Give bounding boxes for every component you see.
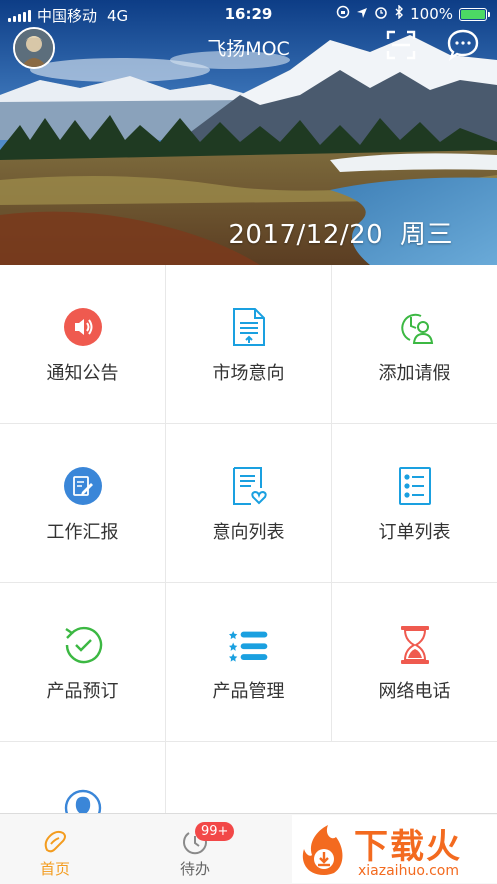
battery-label: 100% (410, 5, 453, 23)
tab-home-label: 首页 (39, 860, 70, 878)
menu-item-label: 产品管理 (212, 681, 285, 702)
menu-item-notice[interactable]: 通知公告 (0, 265, 166, 424)
hourglass-icon (395, 625, 435, 665)
rotation-lock-icon (336, 5, 350, 23)
menu-item-market-intent[interactable]: 市场意向 (166, 265, 332, 424)
bluetooth-icon (394, 4, 404, 23)
menu-item-label: 工作汇报 (46, 522, 119, 543)
menu-item-product-booking[interactable]: 产品预订 (0, 583, 166, 742)
weekday-text: 周三 (399, 220, 453, 250)
menu-item-order-list[interactable]: 订单列表 (332, 424, 497, 583)
feature-grid: 通知公告 市场意向 添加请假 工作汇报 意向列表 订单列表 产品预订 产品管理 … (0, 265, 497, 827)
flame-logo-icon (296, 821, 352, 877)
menu-item-add-leave[interactable]: 添加请假 (332, 265, 497, 424)
scan-icon[interactable] (386, 30, 416, 60)
menu-item-label: 市场意向 (212, 363, 285, 384)
menu-item-label: 订单列表 (378, 522, 451, 543)
menu-item-label: 意向列表 (212, 522, 285, 543)
heart-list-icon (229, 466, 269, 506)
edit-report-icon (63, 466, 103, 506)
menu-item-product-management[interactable]: 产品管理 (166, 583, 332, 742)
date-text: 2017/12/20 (228, 220, 384, 250)
status-bar: 中国移动 4G 16:29 100% (0, 0, 497, 28)
tab-home[interactable]: 首页 (0, 814, 110, 884)
battery-icon (459, 7, 490, 21)
location-icon (356, 5, 368, 23)
document-icon (229, 307, 269, 347)
app-title: 飞扬MOC (207, 38, 290, 60)
speaker-icon (63, 307, 103, 347)
menu-item-work-report[interactable]: 工作汇报 (0, 424, 166, 583)
menu-item-label: 通知公告 (46, 363, 119, 384)
menu-item-contact[interactable] (0, 742, 166, 827)
refresh-check-icon (63, 625, 103, 665)
menu-item-label: 添加请假 (378, 363, 451, 384)
tab-todo-label: 待办 (179, 860, 210, 878)
order-list-icon (395, 466, 435, 506)
menu-item-label: 产品预订 (46, 681, 119, 702)
menu-item-label: 网络电话 (378, 681, 451, 702)
menu-item-intent-list[interactable]: 意向列表 (166, 424, 332, 583)
header-banner: 中国移动 4G 16:29 100% 飞扬MOC 2017/12/20 周三 (0, 0, 497, 265)
watermark: 下载火 xiazaihuo.com (292, 815, 497, 883)
message-icon[interactable] (446, 28, 480, 62)
clock-person-icon (395, 307, 435, 347)
date-display: 2017/12/20 周三 (228, 214, 453, 251)
todo-badge: 99+ (195, 822, 235, 841)
star-list-icon (228, 625, 269, 665)
watermark-title: 下载火 (354, 827, 462, 867)
watermark-url: xiazaihuo.com (358, 863, 459, 879)
alarm-icon (374, 5, 388, 23)
menu-item-network-call[interactable]: 网络电话 (332, 583, 497, 742)
tab-todo[interactable]: 待办 (140, 814, 250, 884)
home-icon (41, 828, 69, 856)
